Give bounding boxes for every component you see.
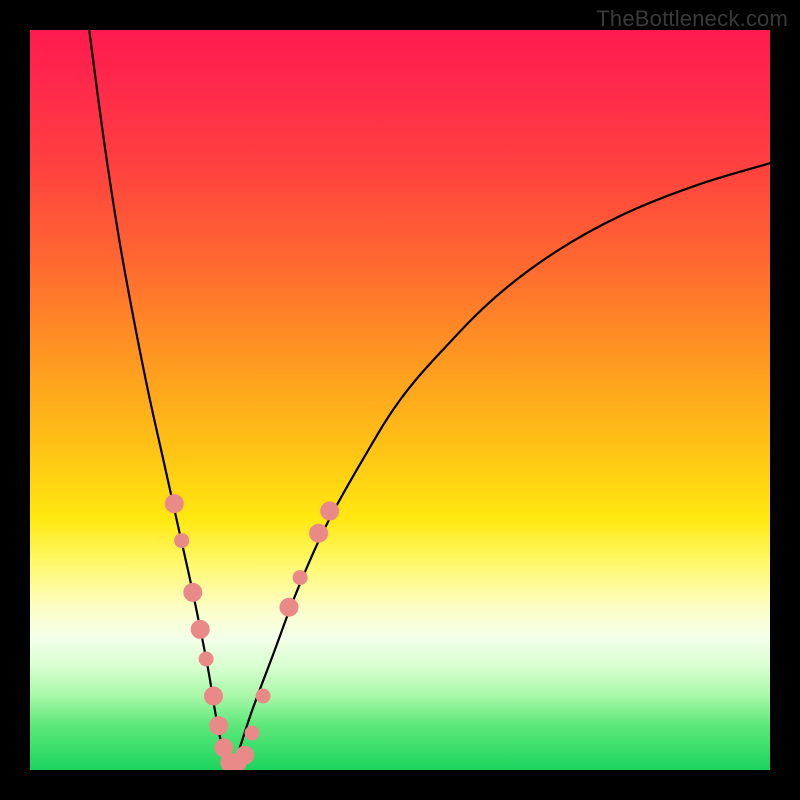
chart-svg — [30, 30, 770, 770]
chart-curve — [89, 30, 770, 770]
marker-dot — [293, 571, 307, 585]
marker-dot — [210, 717, 228, 735]
chart-frame — [30, 30, 770, 770]
marker-dot — [245, 726, 259, 740]
marker-dot — [184, 583, 202, 601]
marker-dot — [175, 534, 189, 548]
marker-dot — [236, 746, 254, 764]
watermark-text: TheBottleneck.com — [596, 6, 788, 32]
marker-dot — [321, 502, 339, 520]
curve-right-branch — [230, 163, 770, 770]
marker-dot — [199, 652, 213, 666]
chart-marker-dots — [165, 495, 338, 770]
marker-dot — [310, 524, 328, 542]
marker-dot — [205, 687, 223, 705]
marker-dot — [165, 495, 183, 513]
marker-dot — [256, 689, 270, 703]
marker-dot — [280, 598, 298, 616]
marker-dot — [191, 620, 209, 638]
